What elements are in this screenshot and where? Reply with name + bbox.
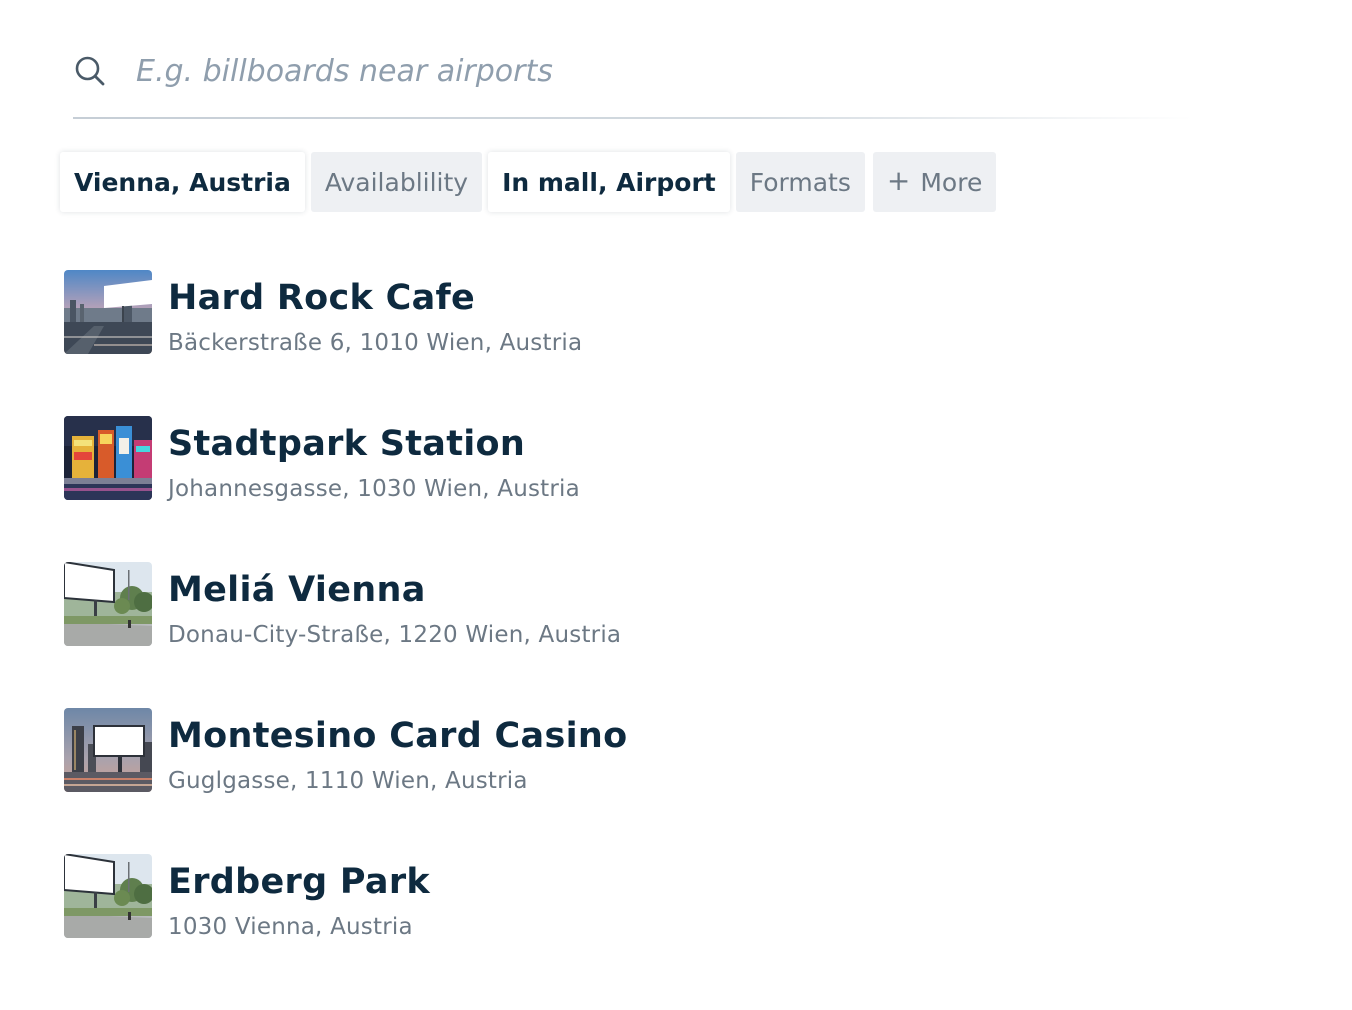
search-bar: [73, 40, 1193, 120]
result-name: Hard Rock Cafe: [168, 278, 476, 318]
filter-chip-more[interactable]: + More: [872, 152, 997, 212]
search-input[interactable]: [136, 46, 1036, 96]
filter-chip-location[interactable]: Vienna, Austria: [60, 152, 305, 212]
result-name: Stadtpark Station: [168, 424, 526, 464]
result-address: Donau-City-Straße, 1220 Wien, Austria: [168, 622, 622, 648]
result-address: Guglgasse, 1110 Wien, Austria: [168, 768, 528, 794]
location-thumbnail: [64, 854, 152, 938]
search-icon[interactable]: [73, 54, 107, 88]
list-item[interactable]: Erdberg Park 1030 Vienna, Austria: [64, 854, 964, 1000]
result-name: Montesino Card Casino: [168, 716, 628, 756]
plus-icon: +: [886, 163, 911, 197]
filter-chip-label: More: [920, 167, 983, 197]
results-list: Hard Rock Cafe Bäckerstraße 6, 1010 Wien…: [64, 270, 964, 1000]
location-thumbnail: [64, 270, 152, 354]
list-item[interactable]: Meliá Vienna Donau-City-Straße, 1220 Wie…: [64, 562, 964, 708]
filter-chip-label: In mall, Airport: [502, 167, 716, 197]
filter-chip-availability[interactable]: Availablility: [310, 152, 483, 212]
search-page: Vienna, Austria Availablility In mall, A…: [0, 0, 1352, 1010]
result-address: 1030 Vienna, Austria: [168, 914, 413, 940]
list-item[interactable]: Montesino Card Casino Guglgasse, 1110 Wi…: [64, 708, 964, 854]
result-name: Erdberg Park: [168, 862, 430, 902]
result-name: Meliá Vienna: [168, 570, 426, 610]
location-thumbnail: [64, 416, 152, 500]
location-thumbnail: [64, 708, 152, 792]
location-thumbnail: [64, 562, 152, 646]
filter-chip-venue[interactable]: In mall, Airport: [488, 152, 730, 212]
search-underline: [73, 117, 1193, 119]
result-address: Johannesgasse, 1030 Wien, Austria: [168, 476, 580, 502]
filter-chip-label: Formats: [749, 167, 851, 197]
filter-chips: Vienna, Austria Availablility In mall, A…: [60, 152, 997, 212]
filter-chip-formats[interactable]: Formats: [735, 152, 865, 212]
filter-chip-label: Vienna, Austria: [74, 167, 291, 197]
filter-chip-label: Availablility: [324, 167, 469, 197]
result-address: Bäckerstraße 6, 1010 Wien, Austria: [168, 330, 583, 356]
list-item[interactable]: Hard Rock Cafe Bäckerstraße 6, 1010 Wien…: [64, 270, 964, 416]
list-item[interactable]: Stadtpark Station Johannesgasse, 1030 Wi…: [64, 416, 964, 562]
